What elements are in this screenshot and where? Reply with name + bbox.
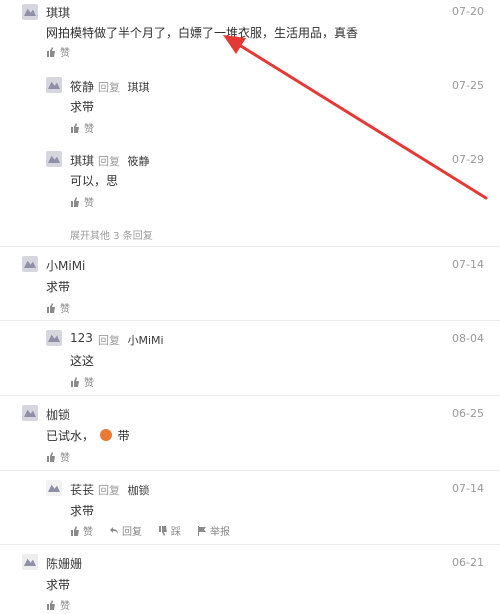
thumbs-down-icon — [159, 525, 167, 536]
reply-date: 07-25 — [452, 79, 484, 92]
reply-name[interactable]: 筱静 — [70, 78, 94, 95]
reply-label: 回复 — [98, 484, 120, 497]
comment-date: 07-14 — [452, 258, 484, 271]
comment-text: 求带 — [46, 578, 71, 592]
reply-date: 07-14 — [452, 482, 484, 495]
like-label: 赞 — [60, 453, 70, 464]
divider — [0, 544, 500, 545]
comment-text: 求带 — [46, 280, 71, 294]
like-button[interactable]: 赞 — [70, 120, 94, 135]
reply-to[interactable]: 小MiMi — [128, 334, 164, 347]
report-button[interactable]: 举报 — [197, 523, 230, 538]
reply-meta: 回复 枷锁 — [98, 482, 150, 498]
thumbs-up-icon — [47, 46, 55, 57]
comment-date: 06-25 — [452, 407, 484, 420]
avatar[interactable] — [46, 330, 62, 346]
like-label: 赞 — [60, 48, 70, 59]
thumbs-up-icon — [47, 302, 55, 313]
divider — [0, 395, 500, 396]
like-button[interactable]: 赞 — [70, 523, 93, 538]
like-button[interactable]: 赞 — [70, 374, 94, 389]
divider — [0, 470, 500, 471]
avatar[interactable] — [22, 405, 38, 421]
reply-label: 回复 — [98, 81, 120, 94]
like-button[interactable]: 赞 — [46, 597, 70, 612]
reply-text: 求带 — [70, 100, 95, 114]
commenter-name[interactable]: 陈姗姗 — [46, 555, 82, 572]
expand-replies-link[interactable]: 展开其他 3 条回复 — [70, 227, 153, 242]
dislike-button[interactable]: 踩 — [158, 523, 181, 538]
avatar[interactable] — [22, 4, 38, 20]
like-label: 赞 — [84, 198, 94, 209]
reply-text: 这这 — [70, 354, 95, 368]
reply-to[interactable]: 筱静 — [128, 155, 150, 168]
reply-date: 08-04 — [452, 332, 484, 345]
thumbs-up-icon — [71, 376, 79, 387]
reply-meta: 回复 筱静 — [98, 153, 150, 169]
thumbs-up-icon — [71, 196, 79, 207]
comment-text: 已试水， 带 — [46, 427, 130, 444]
reply-label: 回复 — [98, 155, 120, 168]
like-button[interactable]: 赞 — [46, 449, 70, 464]
like-button[interactable]: 赞 — [46, 44, 70, 59]
thumbs-up-icon — [71, 525, 79, 536]
divider — [0, 320, 500, 321]
comment-text-part: 已试水， — [46, 429, 95, 443]
report-label: 举报 — [210, 527, 230, 538]
reply-text: 可以，思 — [70, 174, 119, 188]
comment-text: 网拍模特做了半个月了，白嫖了一堆衣服，生活用品，真香 — [46, 26, 359, 40]
thumbs-up-icon — [47, 599, 55, 610]
like-button[interactable]: 赞 — [46, 300, 70, 315]
comment-date: 06-21 — [452, 556, 484, 569]
like-label: 赞 — [84, 378, 94, 389]
flag-icon — [198, 525, 206, 536]
reply-action-label: 回复 — [122, 527, 142, 538]
like-label: 赞 — [60, 304, 70, 315]
like-button[interactable]: 赞 — [70, 194, 94, 209]
reply-actions: 赞 回复 踩 举报 — [70, 523, 230, 538]
reply-name[interactable]: 琪琪 — [70, 152, 94, 169]
thumbs-up-icon — [71, 122, 79, 133]
avatar[interactable] — [46, 151, 62, 167]
reply-meta: 回复 琪琪 — [98, 79, 150, 95]
reply-date: 07-29 — [452, 153, 484, 166]
reply-to[interactable]: 枷锁 — [128, 484, 150, 497]
like-label: 赞 — [83, 527, 93, 538]
avatar[interactable] — [22, 554, 38, 570]
reply-meta: 回复 小MiMi — [98, 332, 164, 348]
comment-date: 07-20 — [452, 5, 484, 18]
comment-text-part: 带 — [117, 429, 130, 443]
thumbs-up-icon — [47, 451, 55, 462]
reply-to[interactable]: 琪琪 — [128, 81, 150, 94]
dislike-label: 踩 — [171, 527, 181, 538]
reply-button[interactable]: 回复 — [109, 523, 142, 538]
avatar[interactable] — [46, 480, 62, 496]
reply-text: 求带 — [70, 504, 95, 518]
like-label: 赞 — [84, 124, 94, 135]
reply-label: 回复 — [98, 334, 120, 347]
commenter-name[interactable]: 琪琪 — [46, 4, 70, 21]
emoji-icon — [99, 429, 112, 441]
reply-arrow-icon — [110, 526, 118, 534]
reply-name[interactable]: 苌苌 — [70, 481, 94, 498]
like-label: 赞 — [60, 601, 70, 612]
avatar[interactable] — [46, 77, 62, 93]
divider — [0, 246, 500, 247]
commenter-name[interactable]: 枷锁 — [46, 406, 70, 423]
avatar[interactable] — [22, 256, 38, 272]
reply-name[interactable]: 123 — [70, 331, 93, 345]
commenter-name[interactable]: 小MiMi — [46, 257, 85, 274]
